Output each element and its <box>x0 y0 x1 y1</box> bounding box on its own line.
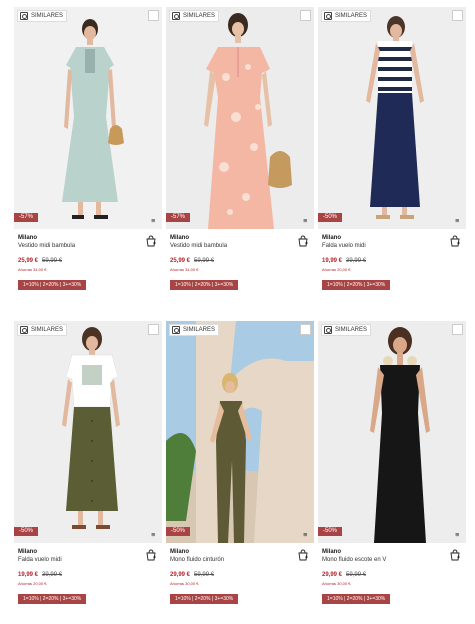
product-name[interactable]: Vestido midi bambula <box>170 242 310 250</box>
product-image[interactable]: SIMILARES -57% ||| <box>166 7 314 229</box>
model-illustration <box>318 321 466 543</box>
similar-label: SIMILARES <box>183 327 216 333</box>
similar-products-button[interactable]: SIMILARES <box>17 324 68 336</box>
similar-icon <box>172 326 180 334</box>
similar-label: SIMILARES <box>335 327 368 333</box>
add-to-bag-icon[interactable] <box>297 549 309 561</box>
product-name[interactable]: Vestido midi bambula <box>18 242 158 250</box>
current-price: 29,99 € <box>322 572 343 578</box>
product-brand: Milano <box>18 235 37 241</box>
similar-products-button[interactable]: SIMILARES <box>321 324 372 336</box>
similar-icon <box>20 326 28 334</box>
savings-text: Ahorras 34,00 € <box>18 267 47 272</box>
brand-logo: ||| <box>150 532 155 536</box>
similar-icon <box>172 12 180 20</box>
model-illustration <box>14 321 162 543</box>
similar-products-button[interactable]: SIMILARES <box>169 10 220 22</box>
discount-badge: -50% <box>166 527 191 536</box>
old-price: 59,99 € <box>346 572 367 578</box>
old-price: 39,99 € <box>346 258 367 264</box>
product-brand: Milano <box>170 235 189 241</box>
brand-logo: ||| <box>150 218 155 222</box>
add-to-bag-icon[interactable] <box>449 549 461 561</box>
product-card[interactable]: SIMILARES -57% ||| Milano Vestido midi b… <box>166 7 314 309</box>
select-checkbox[interactable] <box>148 324 159 335</box>
multibuy-promo-badge: 1=10% | 2=20% | 3+=30% <box>170 280 239 290</box>
savings-text: Ahorras 20,00 € <box>322 267 351 272</box>
savings-text: Ahorras 30,00 € <box>170 581 199 586</box>
model-illustration <box>318 7 466 229</box>
product-brand: Milano <box>322 235 341 241</box>
model-illustration <box>14 7 162 229</box>
select-checkbox[interactable] <box>300 10 311 21</box>
product-card[interactable]: SIMILARES -57% ||| Milano Vestido midi b… <box>14 7 162 309</box>
discount-badge: -50% <box>318 527 343 536</box>
current-price: 29,99 € <box>170 572 191 578</box>
brand-logo: ||| <box>454 218 459 222</box>
old-price: 59,99 € <box>194 258 215 264</box>
similar-products-button[interactable]: SIMILARES <box>17 10 68 22</box>
product-image[interactable]: SIMILARES -50% ||| <box>318 321 466 543</box>
discount-badge: -57% <box>166 213 191 222</box>
product-card[interactable]: SIMILARES -50% ||| Milano Falda vuelo mi… <box>318 7 466 309</box>
multibuy-promo-badge: 1=10% | 2=20% | 3+=30% <box>322 594 391 604</box>
brand-logo: ||| <box>302 218 307 222</box>
old-price: 59,99 € <box>42 258 63 264</box>
select-checkbox[interactable] <box>452 10 463 21</box>
product-grid: SIMILARES -57% ||| Milano Vestido midi b… <box>14 7 467 623</box>
product-card[interactable]: SIMILARES -50% ||| Milano Falda vuelo mi… <box>14 321 162 623</box>
multibuy-promo-badge: 1=10% | 2=20% | 3+=30% <box>322 280 391 290</box>
add-to-bag-icon[interactable] <box>145 549 157 561</box>
current-price: 25,99 € <box>18 258 39 264</box>
discount-badge: -50% <box>318 213 343 222</box>
similar-products-button[interactable]: SIMILARES <box>321 10 372 22</box>
similar-icon <box>20 12 28 20</box>
product-brand: Milano <box>18 549 37 555</box>
similar-label: SIMILARES <box>335 13 368 19</box>
product-image[interactable]: SIMILARES -50% ||| <box>166 321 314 543</box>
product-name[interactable]: Mono fluido escote en V <box>322 556 462 564</box>
discount-badge: -50% <box>14 527 39 536</box>
similar-products-button[interactable]: SIMILARES <box>169 324 220 336</box>
model-illustration <box>166 321 314 543</box>
select-checkbox[interactable] <box>452 324 463 335</box>
savings-text: Ahorras 20,00 € <box>18 581 47 586</box>
product-brand: Milano <box>322 549 341 555</box>
select-checkbox[interactable] <box>300 324 311 335</box>
brand-logo: ||| <box>302 532 307 536</box>
product-brand: Milano <box>170 549 189 555</box>
current-price: 25,99 € <box>170 258 191 264</box>
add-to-bag-icon[interactable] <box>297 235 309 247</box>
product-name[interactable]: Falda vuelo midi <box>322 242 462 250</box>
brand-logo: ||| <box>454 532 459 536</box>
multibuy-promo-badge: 1=10% | 2=20% | 3+=30% <box>18 594 87 604</box>
product-name[interactable]: Mono fluido cinturón <box>170 556 310 564</box>
product-image[interactable]: SIMILARES -50% ||| <box>318 7 466 229</box>
multibuy-promo-badge: 1=10% | 2=20% | 3+=30% <box>18 280 87 290</box>
product-card[interactable]: SIMILARES -50% ||| Milano Mono fluido ci… <box>166 321 314 623</box>
multibuy-promo-badge: 1=10% | 2=20% | 3+=30% <box>170 594 239 604</box>
add-to-bag-icon[interactable] <box>145 235 157 247</box>
discount-badge: -57% <box>14 213 39 222</box>
add-to-bag-icon[interactable] <box>449 235 461 247</box>
current-price: 19,99 € <box>18 572 39 578</box>
similar-icon <box>324 12 332 20</box>
similar-label: SIMILARES <box>31 327 64 333</box>
old-price: 59,99 € <box>194 572 215 578</box>
product-image[interactable]: SIMILARES -57% ||| <box>14 7 162 229</box>
similar-label: SIMILARES <box>183 13 216 19</box>
savings-text: Ahorras 30,00 € <box>322 581 351 586</box>
similar-icon <box>324 326 332 334</box>
current-price: 19,99 € <box>322 258 343 264</box>
old-price: 39,99 € <box>42 572 63 578</box>
select-checkbox[interactable] <box>148 10 159 21</box>
product-image[interactable]: SIMILARES -50% ||| <box>14 321 162 543</box>
similar-label: SIMILARES <box>31 13 64 19</box>
product-name[interactable]: Falda vuelo midi <box>18 556 158 564</box>
product-card[interactable]: SIMILARES -50% ||| Milano Mono fluido es… <box>318 321 466 623</box>
savings-text: Ahorras 34,00 € <box>170 267 199 272</box>
model-illustration <box>166 7 314 229</box>
